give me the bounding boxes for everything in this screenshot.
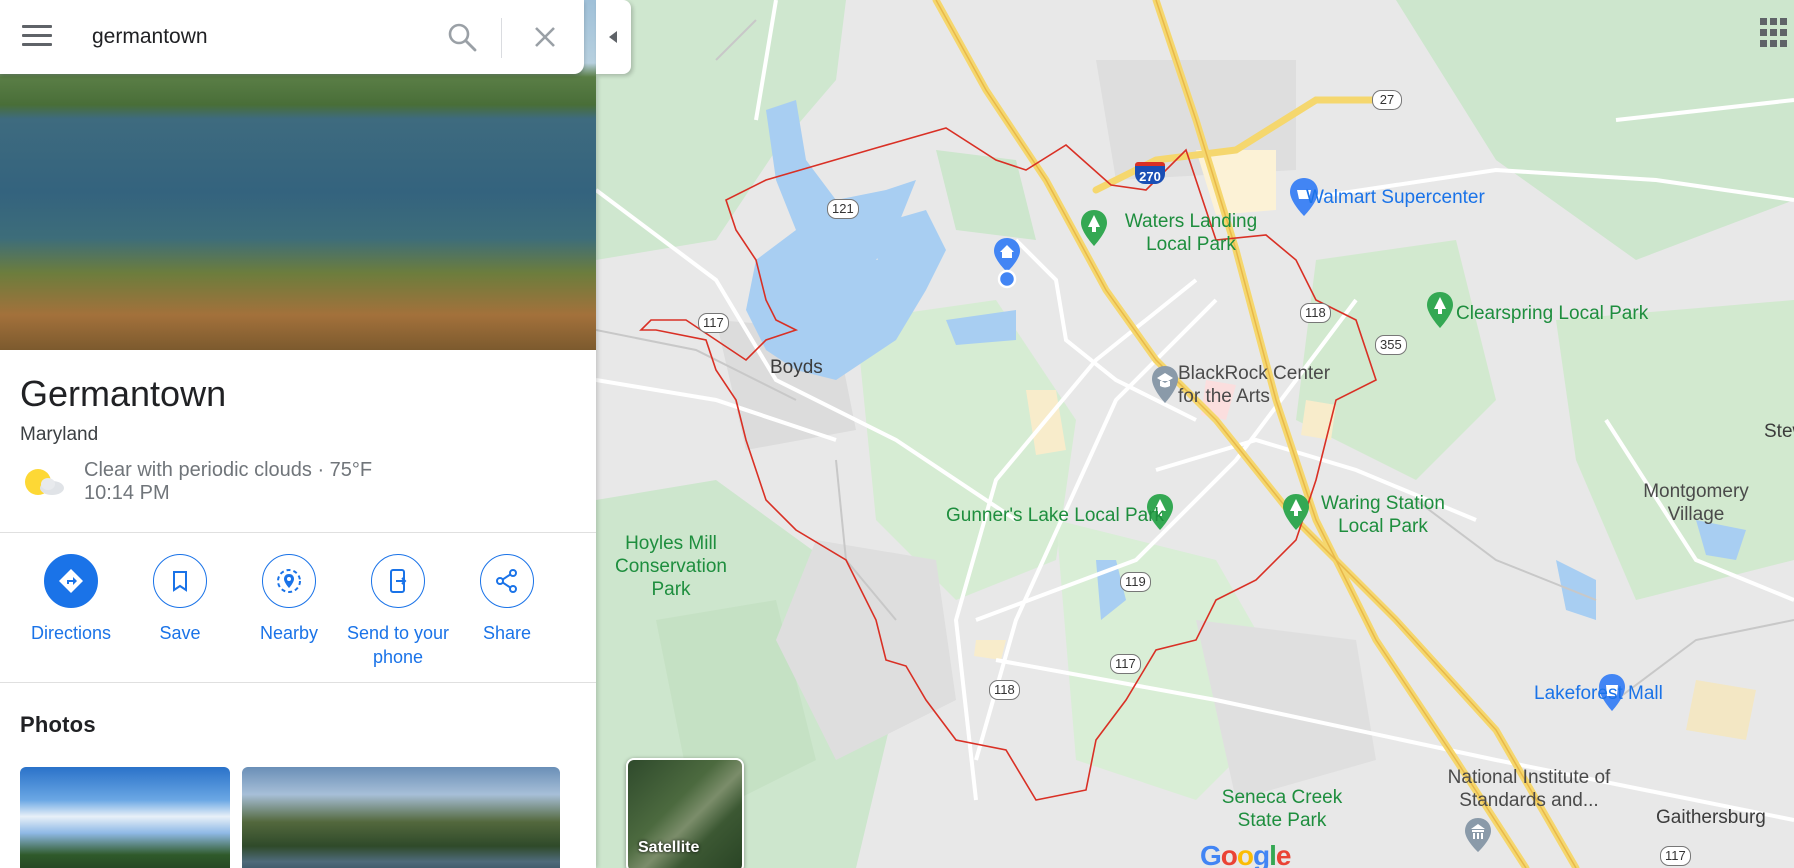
stew-label: Stew — [1764, 421, 1794, 442]
google-logo: Google — [1200, 840, 1291, 868]
place-region: Maryland — [20, 424, 99, 445]
send-to-phone-icon — [390, 569, 407, 593]
close-icon[interactable] — [528, 20, 562, 54]
route-117-shield-3: 117 — [1660, 846, 1691, 866]
gunners-lake-label[interactable]: Gunner's Lake Local Park — [946, 504, 1164, 527]
directions-label: Directions — [30, 623, 112, 643]
map-base-layer — [596, 0, 1794, 868]
weather-info: Clear with periodic clouds · 75°F 10:14 … — [84, 459, 372, 505]
share-label: Share — [482, 623, 532, 643]
nist-label[interactable]: National Institute of Standards and... — [1434, 766, 1624, 812]
waring-station-label[interactable]: Waring Station Local Park — [1308, 492, 1458, 538]
route-118-shield-2: 118 — [989, 680, 1020, 700]
waters-landing-label[interactable]: Waters Landing Local Park — [1116, 210, 1266, 256]
nearby-icon — [277, 569, 301, 593]
clearspring-label[interactable]: Clearspring Local Park — [1456, 302, 1648, 325]
collapse-panel-button[interactable] — [596, 0, 631, 74]
route-27-shield: 27 — [1372, 90, 1402, 110]
route-117-shield: 117 — [698, 313, 729, 333]
search-divider — [501, 18, 502, 58]
save-label: Save — [159, 623, 201, 643]
lakeforest-label[interactable]: Lakeforest Mall — [1534, 682, 1663, 705]
montgomery-village-label: Montgomery Village — [1643, 481, 1749, 526]
waring-station-park-pin-icon[interactable] — [1282, 494, 1310, 534]
waters-landing-park-pin-icon[interactable] — [1080, 210, 1108, 250]
home-pin-icon[interactable] — [992, 238, 1022, 298]
blackrock-center-pin-icon[interactable] — [1150, 366, 1180, 406]
menu-icon[interactable] — [22, 25, 52, 49]
weather-summary: Clear with periodic clouds · 75°F — [84, 459, 373, 481]
share-icon — [496, 569, 517, 593]
search-input[interactable] — [92, 18, 422, 56]
route-121-shield: 121 — [827, 199, 859, 219]
bookmark-icon — [173, 571, 187, 592]
place-side-panel: Germantown Maryland Clear with periodic … — [0, 0, 596, 868]
map-canvas[interactable]: 270 27 121 117 118 355 119 117 118 117 W… — [596, 0, 1794, 868]
send-to-phone-label: Send to your phone — [346, 623, 450, 667]
search-box — [0, 0, 584, 74]
route-119-shield: 119 — [1120, 572, 1151, 592]
divider — [0, 682, 596, 683]
send-to-phone-button[interactable]: Send to your phone — [338, 554, 458, 670]
walmart-label[interactable]: Walmart Supercenter — [1306, 186, 1485, 209]
route-355-shield: 355 — [1375, 335, 1407, 355]
boyds-label: Boyds — [770, 357, 823, 378]
nist-pin-icon[interactable] — [1464, 818, 1492, 854]
nearby-label: Nearby — [259, 623, 319, 643]
route-117-shield-2: 117 — [1110, 654, 1141, 674]
blackrock-label[interactable]: BlackRock Center for the Arts — [1178, 362, 1338, 408]
gaithersburg-label: Gaithersburg — [1656, 807, 1766, 828]
place-title: Germantown — [20, 373, 227, 414]
local-time: 10:14 PM — [84, 482, 170, 504]
route-270-shield: 270 — [1135, 162, 1165, 184]
satellite-label: Satellite — [638, 839, 700, 856]
seneca-creek-label[interactable]: Seneca Creek State Park — [1202, 786, 1362, 832]
photos-section-title: Photos — [20, 712, 96, 737]
photo-thumbnail[interactable] — [20, 767, 230, 868]
partly-cloudy-icon — [25, 468, 64, 496]
save-button[interactable]: Save — [120, 554, 240, 646]
google-apps-icon[interactable] — [1760, 18, 1790, 48]
nearby-button[interactable]: Nearby — [229, 554, 349, 646]
photo-thumbnail[interactable] — [242, 767, 560, 868]
hoyles-mill-label[interactable]: Hoyles Mill Conservation Park — [606, 532, 736, 602]
divider — [0, 532, 596, 533]
satellite-layer-toggle[interactable]: Satellite — [626, 758, 744, 868]
maps-app: 270 27 121 117 118 355 119 117 118 117 W… — [0, 0, 1794, 868]
directions-icon — [59, 569, 83, 593]
clearspring-park-pin-icon[interactable] — [1426, 292, 1454, 332]
share-button[interactable]: Share — [447, 554, 567, 646]
search-icon[interactable] — [445, 20, 479, 54]
directions-button[interactable]: Directions — [11, 554, 131, 646]
route-118-shield: 118 — [1300, 303, 1331, 323]
